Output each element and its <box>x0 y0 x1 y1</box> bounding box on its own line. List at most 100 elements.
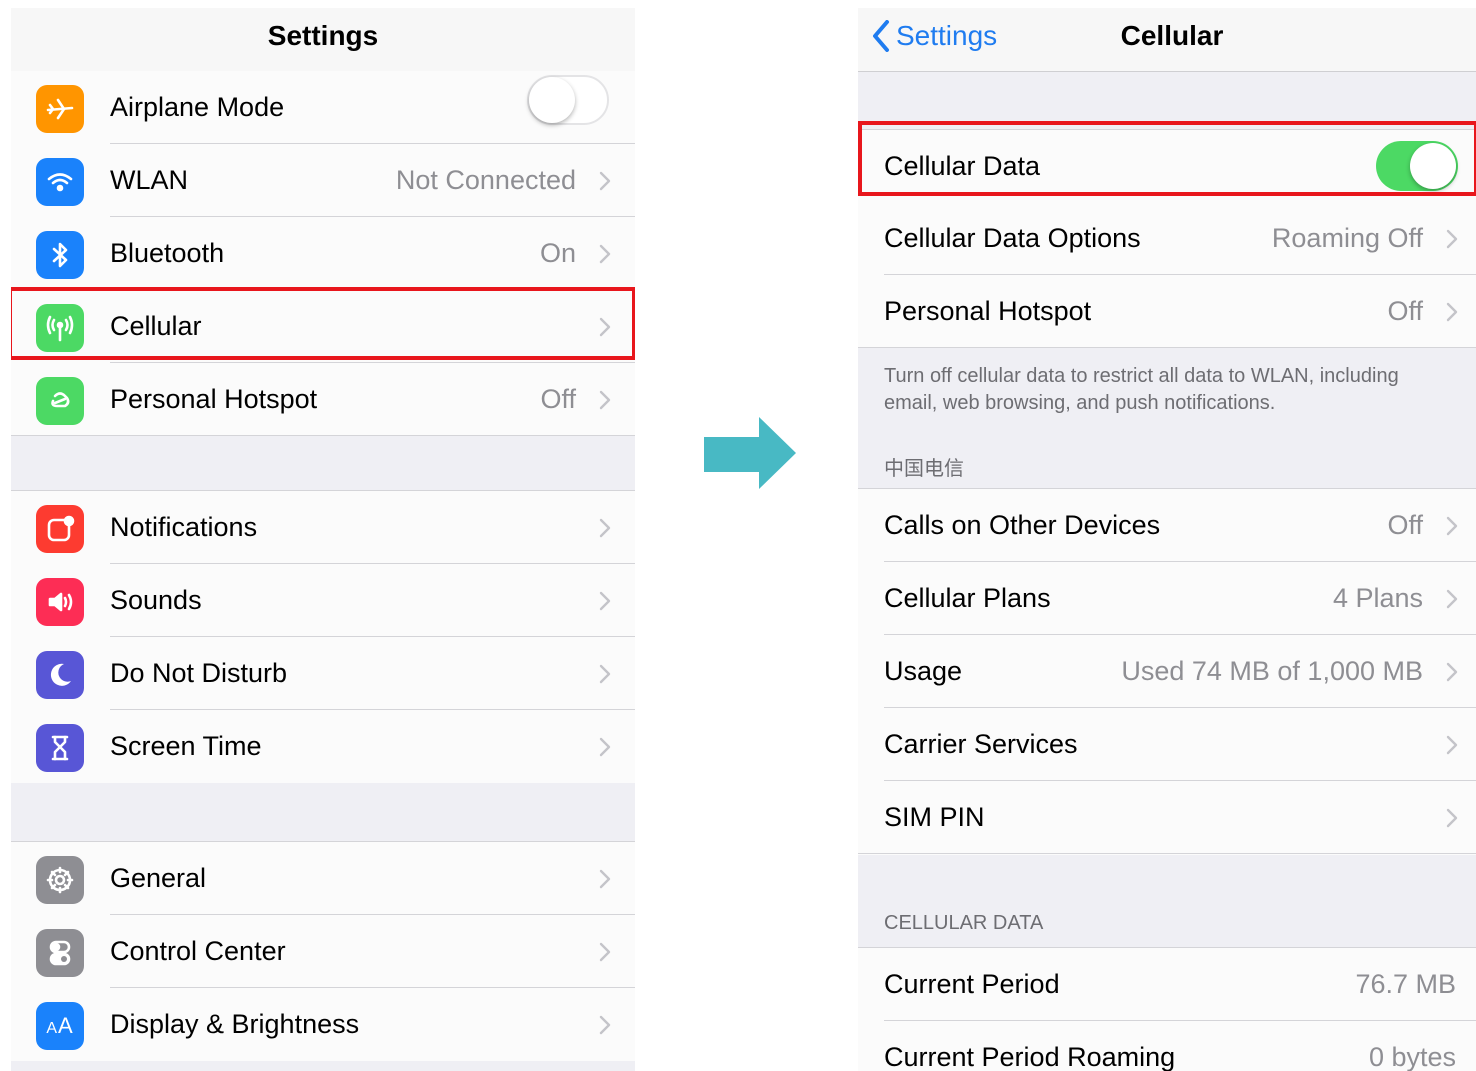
cellular-row-carrier-services[interactable]: Carrier Services <box>858 708 1476 781</box>
settings-screen: Settings General Control Center AA Display … <box>11 8 635 1071</box>
cellular-data-section-header: CELLULAR DATA <box>884 912 1044 934</box>
row-label: Screen Time <box>110 731 262 761</box>
row-label: Display & Brightness <box>110 1009 360 1039</box>
cellular-antenna-icon <box>36 304 84 352</box>
bluetooth-icon <box>36 231 84 279</box>
cellular-row-cellular-data-options[interactable]: Cellular Data Options Roaming Off <box>858 202 1476 275</box>
chevron-right-icon <box>599 942 611 962</box>
cellular-row-calls-on-other-devices[interactable]: Calls on Other Devices Off <box>858 489 1476 562</box>
row-label: Control Center <box>110 936 286 966</box>
row-value: 76.7 MB <box>1355 969 1456 999</box>
carrier-header: 中国电信 <box>884 458 964 480</box>
cellular-data-row[interactable]: Cellular Data <box>858 130 1476 203</box>
chevron-right-icon <box>1446 302 1458 322</box>
settings-row-airplane-mode[interactable]: Airplane Mode <box>11 71 635 144</box>
row-separator <box>858 347 1476 348</box>
chevron-right-icon <box>1446 808 1458 828</box>
airplane-icon <box>36 85 84 133</box>
row-label: WLAN <box>110 165 189 195</box>
row-label: Airplane Mode <box>110 92 285 122</box>
row-label: Sounds <box>110 585 202 615</box>
gear-icon <box>36 856 84 904</box>
airplane-mode-toggle[interactable] <box>527 75 609 125</box>
row-label: Calls on Other Devices <box>884 510 1161 540</box>
settings-row-cellular[interactable]: Cellular <box>11 290 635 363</box>
settings-group-1: Airplane Mode WLAN Not Connected Bluetooth O… <box>11 71 635 436</box>
settings-row-sounds[interactable]: Sounds <box>11 564 635 637</box>
wifi-icon <box>36 158 84 206</box>
moon-icon <box>36 651 84 699</box>
row-label: Usage <box>884 656 963 686</box>
row-label: Current Period <box>884 969 1060 999</box>
row-label: Carrier Services <box>884 729 1078 759</box>
chevron-right-icon <box>599 664 611 684</box>
settings-row-screen-time[interactable]: Screen Time <box>11 710 635 783</box>
row-label: Notifications <box>110 512 258 542</box>
chevron-right-icon <box>599 390 611 410</box>
settings-row-general[interactable]: General <box>11 842 635 915</box>
cellular-row-sim-pin[interactable]: SIM PIN <box>858 781 1476 854</box>
row-value: Roaming Off <box>1271 223 1423 253</box>
cellular-row-current-period-roaming: Current Period Roaming 0 bytes <box>858 1021 1476 1071</box>
usage-stats-group: Current Period 76.7 MB Current Period Roam… <box>858 947 1476 1071</box>
cellular-row-current-period: Current Period 76.7 MB <box>858 948 1476 1021</box>
row-label: Cellular Plans <box>884 583 1051 613</box>
chevron-right-icon <box>599 737 611 757</box>
hotspot-icon <box>36 377 84 425</box>
flow-arrow-icon <box>704 417 796 489</box>
chevron-right-icon <box>599 317 611 337</box>
row-value: On <box>539 238 576 268</box>
switches-icon <box>36 929 84 977</box>
chevron-right-icon <box>1446 662 1458 682</box>
hourglass-icon <box>36 724 84 772</box>
chevron-right-icon <box>1446 229 1458 249</box>
cellular-options-group: Cellular Data Options Roaming Off Personal… <box>858 202 1476 348</box>
settings-row-bluetooth[interactable]: Bluetooth On <box>11 217 635 290</box>
row-label: Personal Hotspot <box>884 296 1092 326</box>
cellular-data-group: Cellular Data <box>858 129 1476 203</box>
settings-row-wlan[interactable]: WLAN Not Connected <box>11 144 635 217</box>
settings-row-display-and-brightness[interactable]: AA Display & Brightness <box>11 988 635 1061</box>
carrier-group: Calls on Other Devices Off Cellular Plans 4… <box>858 488 1476 855</box>
chevron-right-icon <box>599 869 611 889</box>
chevron-right-icon <box>599 518 611 538</box>
row-separator <box>858 853 1476 854</box>
settings-row-notifications[interactable]: Notifications <box>11 491 635 564</box>
notifications-icon <box>36 505 84 553</box>
row-value: 0 bytes <box>1368 1042 1456 1071</box>
row-value: Not Connected <box>395 165 576 195</box>
settings-group-3: General Control Center AA Display & Brightn… <box>11 841 635 1061</box>
chevron-right-icon <box>1446 516 1458 536</box>
row-value: 4 Plans <box>1332 583 1423 613</box>
row-label: Cellular Data Options <box>884 223 1141 253</box>
row-value: Off <box>1387 510 1423 540</box>
row-separator <box>11 435 635 436</box>
chevron-right-icon <box>599 244 611 264</box>
row-label: Cellular <box>110 311 202 341</box>
cellular-data-footer: Turn off cellular data to restrict all d… <box>884 365 1399 414</box>
cellular-row-personal-hotspot[interactable]: Personal Hotspot Off <box>858 275 1476 348</box>
cellular-data-toggle[interactable] <box>1376 141 1458 191</box>
cellular-row-cellular-plans[interactable]: Cellular Plans 4 Plans <box>858 562 1476 635</box>
row-label: Personal Hotspot <box>110 384 318 414</box>
settings-row-control-center[interactable]: Control Center <box>11 915 635 988</box>
chevron-right-icon <box>599 591 611 611</box>
row-value: Off <box>540 384 576 414</box>
cellular-navbar: Settings Cellular <box>858 8 1476 72</box>
chevron-right-icon <box>599 1015 611 1035</box>
row-label: Bluetooth <box>110 238 225 268</box>
cellular-screen: Settings Cellular Cellular Data Cellular… <box>858 8 1476 1071</box>
chevron-right-icon <box>1446 735 1458 755</box>
row-label: SIM PIN <box>884 802 985 832</box>
row-label: General <box>110 863 207 893</box>
row-value: Used 74 MB of 1,000 MB <box>1121 656 1423 686</box>
page-title: Settings <box>267 20 379 51</box>
text-size-icon: AA <box>36 1002 84 1050</box>
settings-row-do-not-disturb[interactable]: Do Not Disturb <box>11 637 635 710</box>
cellular-row-usage[interactable]: Usage Used 74 MB of 1,000 MB <box>858 635 1476 708</box>
settings-row-personal-hotspot[interactable]: Personal Hotspot Off <box>11 363 635 436</box>
row-value: Off <box>1387 296 1423 326</box>
toggle-knob <box>529 77 575 123</box>
speaker-icon <box>36 578 84 626</box>
toggle-knob <box>1410 143 1456 189</box>
